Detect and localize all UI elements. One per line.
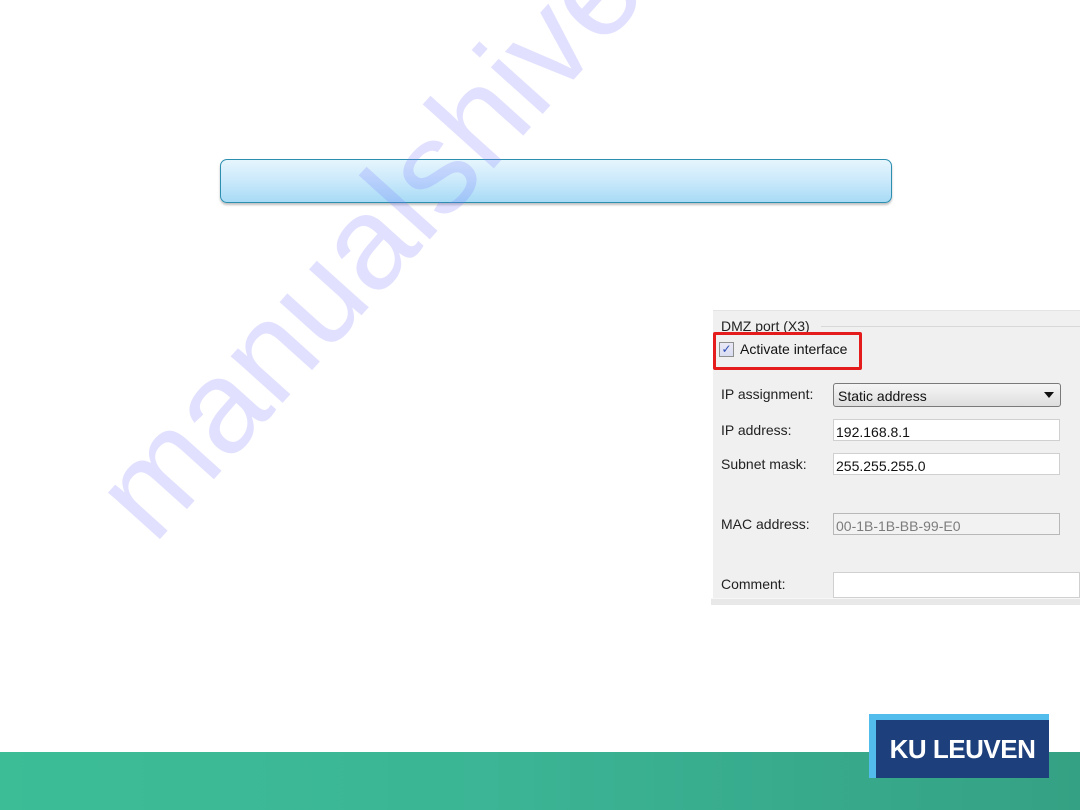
subnet-mask-input[interactable] xyxy=(833,453,1060,475)
highlight-annotation-box xyxy=(713,332,862,370)
mac-address-input xyxy=(833,513,1060,535)
ip-assignment-label: IP assignment: xyxy=(721,386,814,402)
ip-assignment-select[interactable]: Static address xyxy=(833,383,1061,407)
mac-address-label: MAC address: xyxy=(721,516,810,532)
comment-input[interactable] xyxy=(833,572,1080,598)
ku-leuven-logo: KU LEUVEN xyxy=(876,720,1049,778)
ip-address-label: IP address: xyxy=(721,422,792,438)
ip-assignment-value: Static address xyxy=(838,388,927,404)
slide-title-bar xyxy=(220,159,892,203)
subnet-mask-label: Subnet mask: xyxy=(721,456,807,472)
panel-bottom-edge xyxy=(711,598,1080,605)
dropdown-arrow-icon[interactable] xyxy=(1044,392,1054,398)
comment-label: Comment: xyxy=(721,576,786,592)
group-divider xyxy=(821,326,1080,327)
ip-address-input[interactable] xyxy=(833,419,1060,441)
